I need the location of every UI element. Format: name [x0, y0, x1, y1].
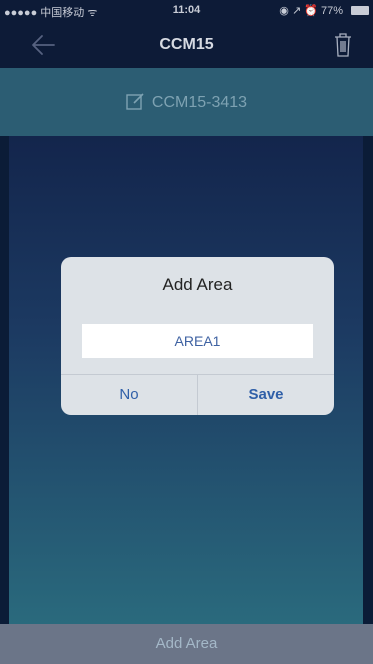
no-button[interactable]: No [61, 375, 197, 415]
status-indicators: ◉ ↗ ⏰ 77% [279, 5, 343, 17]
right-margin [363, 136, 373, 624]
battery-icon [351, 6, 369, 15]
save-button[interactable]: Save [198, 375, 334, 415]
trash-icon [335, 33, 351, 57]
device-name-label: CCM15-3413 [151, 94, 248, 111]
device-name-header[interactable]: CCM15-3413 [0, 68, 373, 136]
nav-bar: CCM15 [0, 22, 373, 68]
edit-icon [126, 93, 144, 110]
left-margin [0, 136, 9, 624]
dialog-title: Add Area [162, 275, 233, 294]
add-area-button[interactable]: Add Area [0, 624, 373, 664]
status-bar: ●●●●● 中国移动 ᯤ 11:04 ◉ ↗ ⏰ 77% [0, 0, 373, 22]
add-area-dialog: Add Area AREA1 No Save [61, 257, 334, 415]
page-title: CCM15 [159, 36, 214, 53]
area-name-input[interactable]: AREA1 [82, 324, 313, 358]
delete-button[interactable] [333, 32, 353, 58]
